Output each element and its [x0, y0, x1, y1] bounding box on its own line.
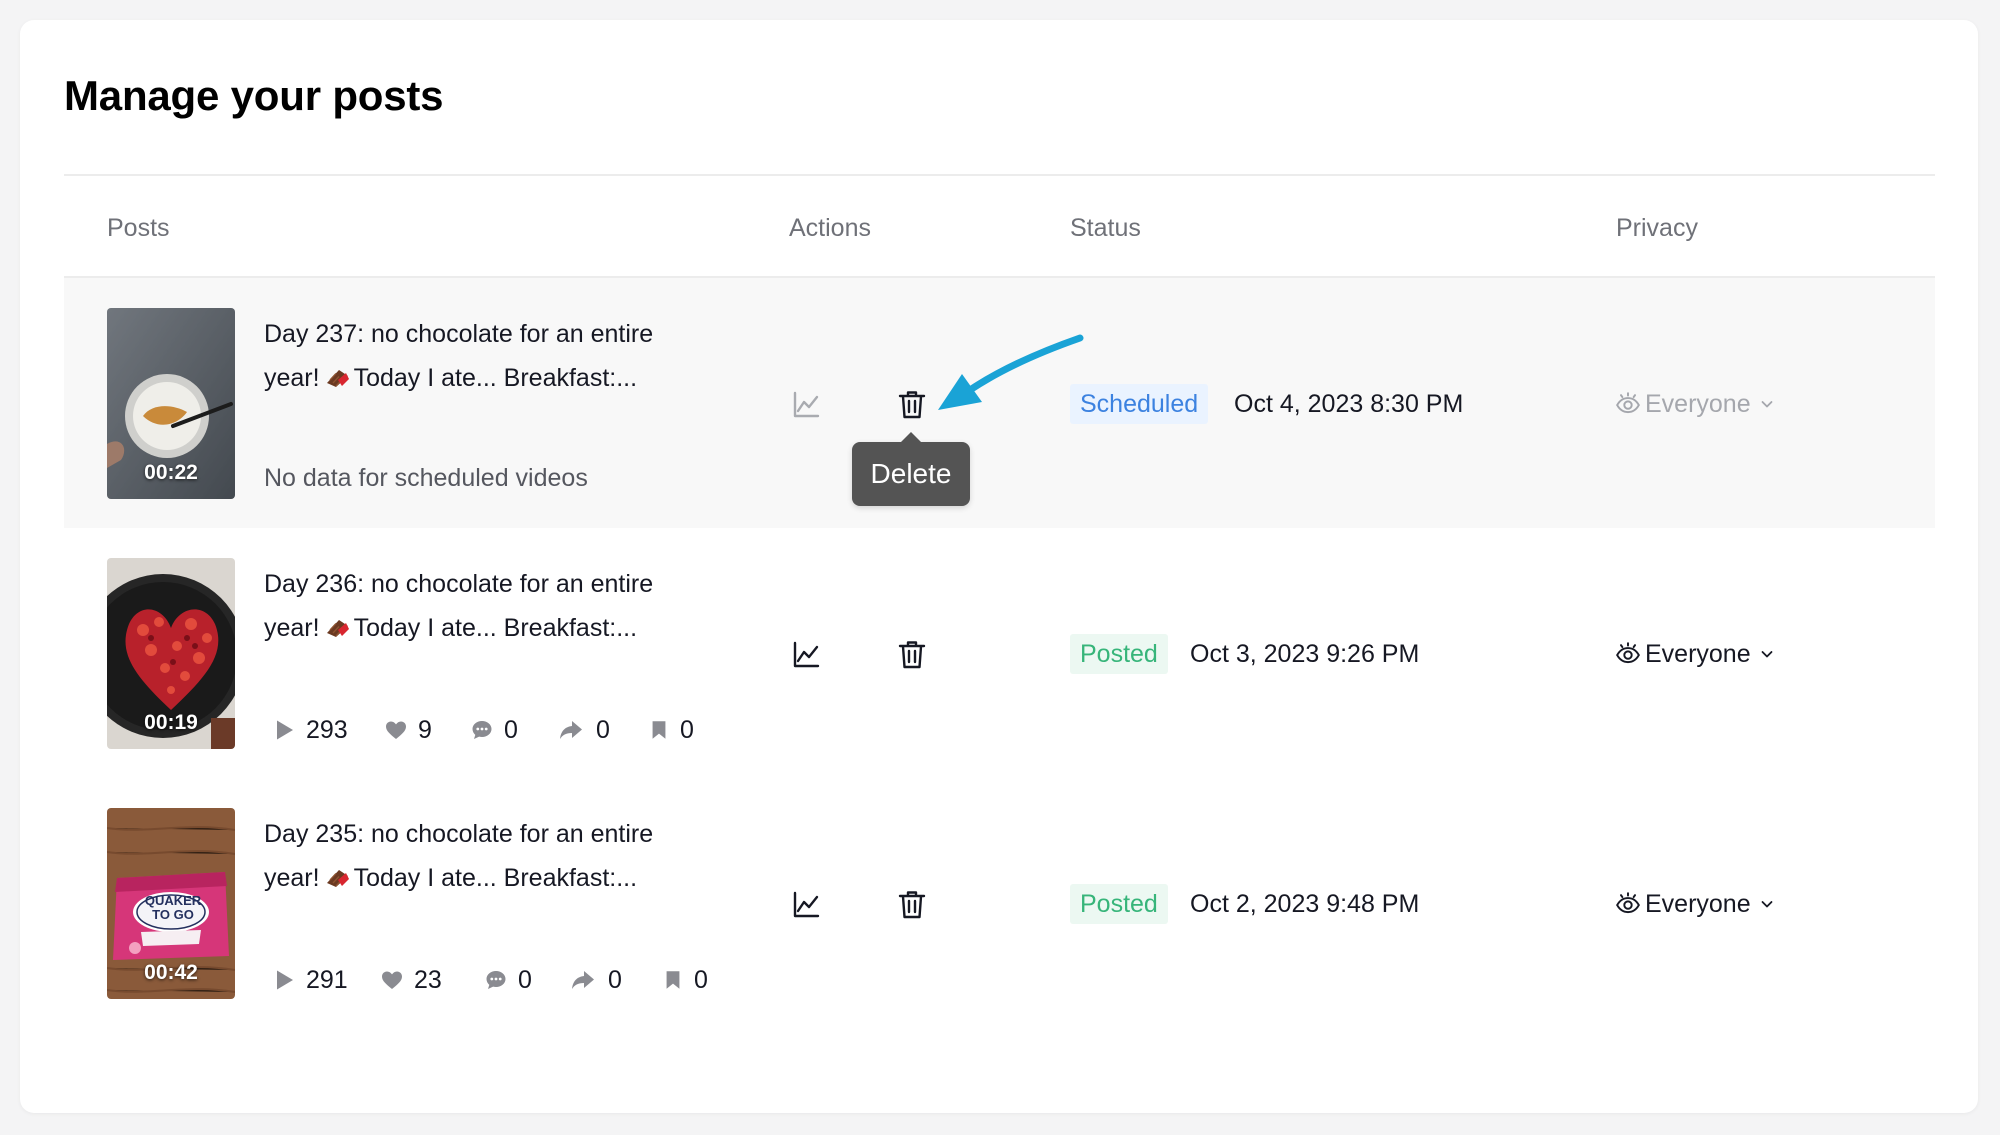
caption-line-2-start: year!	[264, 614, 320, 642]
video-thumbnail[interactable]: QUAKER TO GO 00:42	[107, 808, 235, 999]
analytics-chart-icon[interactable]	[790, 639, 822, 671]
shares-stat: 0	[556, 715, 610, 745]
saves-count: 0	[680, 715, 694, 744]
post-date: Oct 4, 2023 8:30 PM	[1234, 390, 1464, 418]
column-header-privacy: Privacy	[1616, 214, 1698, 242]
caption-line-2: year! Today I ate... Breakfast:...	[264, 856, 704, 900]
comments-stat: 0	[484, 965, 532, 995]
privacy-dropdown[interactable]: Everyone	[1615, 634, 1779, 674]
views-stat: 291	[272, 965, 348, 995]
chevron-down-icon	[1759, 396, 1775, 412]
comment-icon	[470, 718, 494, 742]
delete-tooltip: Delete	[852, 432, 970, 506]
caption-line-2-end: Today I ate... Breakfast:...	[353, 364, 638, 392]
saves-stat: 0	[662, 965, 708, 995]
table-row: QUAKER TO GO 00:42 Day 235: no chocolate …	[64, 778, 1935, 1028]
comments-stat: 0	[470, 715, 518, 745]
page-title: Manage your posts	[64, 72, 444, 119]
heart-icon	[384, 718, 408, 742]
share-icon	[568, 968, 598, 992]
video-duration: 00:42	[144, 961, 198, 984]
saves-stat: 0	[648, 715, 694, 745]
bookmark-icon	[662, 968, 684, 992]
status-badge: Posted	[1070, 884, 1168, 924]
heart-icon	[380, 968, 404, 992]
share-icon	[556, 718, 586, 742]
column-header-actions: Actions	[789, 214, 871, 242]
privacy-label: Everyone	[1645, 890, 1751, 918]
eye-icon	[1615, 891, 1641, 917]
post-caption[interactable]: Day 235: no chocolate for an entire year…	[264, 812, 704, 900]
likes-count: 23	[414, 965, 442, 994]
caption-line-1: Day 236: no chocolate for an entire	[264, 570, 654, 598]
delete-trash-icon[interactable]	[896, 389, 928, 421]
shares-count: 0	[596, 715, 610, 744]
post-date: Oct 2, 2023 9:48 PM	[1190, 890, 1420, 918]
likes-stat: 23	[380, 965, 442, 995]
eye-icon	[1615, 641, 1641, 667]
likes-count: 9	[418, 715, 432, 744]
privacy-dropdown[interactable]: Everyone	[1615, 884, 1779, 924]
post-caption[interactable]: Day 236: no chocolate for an entire year…	[264, 562, 704, 650]
column-header-status: Status	[1070, 214, 1141, 242]
caption-line-1: Day 237: no chocolate for an entire	[264, 320, 654, 348]
analytics-chart-icon[interactable]	[790, 389, 822, 421]
views-count: 291	[306, 965, 348, 994]
chevron-down-icon	[1759, 646, 1775, 662]
comments-count: 0	[504, 715, 518, 744]
privacy-label: Everyone	[1645, 640, 1751, 668]
chocolate-emoji-icon	[324, 368, 350, 388]
caption-line-2: year! Today I ate... Breakfast:...	[264, 606, 704, 650]
status-badge: Scheduled	[1070, 384, 1209, 424]
play-icon	[272, 968, 296, 992]
delete-trash-icon[interactable]	[896, 889, 928, 921]
views-count: 293	[306, 715, 348, 744]
chevron-down-icon	[1759, 896, 1775, 912]
posts-table: Posts Actions Status Privacy 00:22 Day 2…	[64, 174, 1935, 1028]
video-thumbnail[interactable]: 00:19	[107, 558, 235, 749]
caption-line-1: Day 235: no chocolate for an entire	[264, 820, 654, 848]
chocolate-emoji-icon	[324, 868, 350, 888]
annotation-arrow-icon	[938, 334, 1084, 410]
status-badge: Posted	[1070, 634, 1168, 674]
table-header: Posts Actions Status Privacy	[64, 174, 1935, 278]
table-row: 00:19 Day 236: no chocolate for an entir…	[64, 528, 1935, 778]
caption-line-2-end: Today I ate... Breakfast:...	[353, 614, 638, 642]
shares-count: 0	[608, 965, 622, 994]
video-duration: 00:22	[144, 461, 198, 484]
views-stat: 293	[272, 715, 348, 745]
thumbnail-brand-logo: QUAKER TO GO	[144, 893, 202, 922]
saves-count: 0	[694, 965, 708, 994]
privacy-label: Everyone	[1645, 390, 1751, 418]
shares-stat: 0	[568, 965, 622, 995]
post-date: Oct 3, 2023 9:26 PM	[1190, 640, 1420, 668]
play-icon	[272, 718, 296, 742]
comment-icon	[484, 968, 508, 992]
caption-line-2: year! Today I ate... Breakfast:...	[264, 356, 704, 400]
chocolate-emoji-icon	[324, 618, 350, 638]
no-data-message: No data for scheduled videos	[264, 464, 588, 492]
caption-line-2-start: year!	[264, 364, 320, 392]
video-duration: 00:19	[144, 711, 198, 734]
analytics-chart-icon[interactable]	[790, 889, 822, 921]
column-header-posts: Posts	[107, 214, 170, 242]
likes-stat: 9	[384, 715, 432, 745]
comments-count: 0	[518, 965, 532, 994]
eye-icon	[1615, 391, 1641, 417]
post-caption[interactable]: Day 237: no chocolate for an entire year…	[264, 312, 704, 400]
video-thumbnail[interactable]: 00:22	[107, 308, 235, 499]
caption-line-2-end: Today I ate... Breakfast:...	[353, 864, 638, 892]
privacy-dropdown[interactable]: Everyone	[1615, 384, 1779, 424]
delete-trash-icon[interactable]	[896, 639, 928, 671]
caption-line-2-start: year!	[264, 864, 320, 892]
bookmark-icon	[648, 718, 670, 742]
